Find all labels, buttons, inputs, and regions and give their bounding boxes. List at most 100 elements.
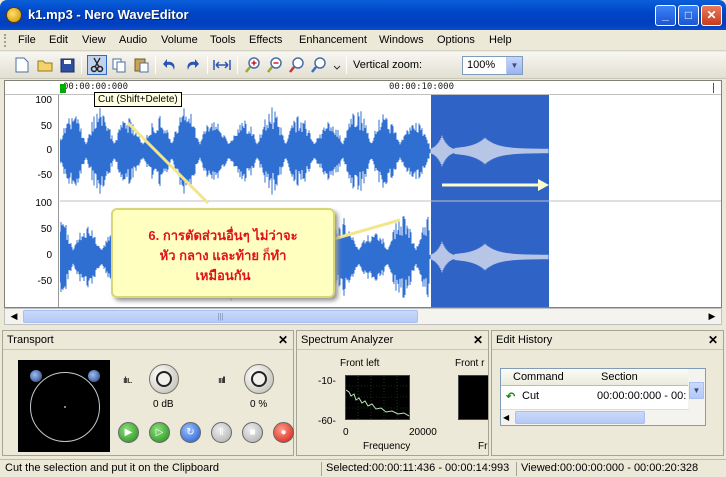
- playhead-marker[interactable]: [60, 84, 66, 93]
- play-button[interactable]: ▶: [118, 422, 139, 443]
- menu-options[interactable]: Options: [437, 34, 475, 46]
- scroll-thumb[interactable]: |||: [23, 310, 418, 323]
- menu-edit[interactable]: Edit: [49, 34, 68, 46]
- maximize-button[interactable]: □: [678, 5, 699, 26]
- axis-label: -50: [37, 170, 52, 181]
- menu-tools[interactable]: Tools: [210, 34, 236, 46]
- menu-audio[interactable]: Audio: [119, 34, 147, 46]
- vertical-zoom-select[interactable]: 100% ▼: [462, 56, 523, 75]
- toolbar-separator: [155, 56, 156, 74]
- scroll-down-icon[interactable]: ▼: [689, 382, 704, 399]
- redo-icon[interactable]: [182, 55, 202, 75]
- toolbar-separator: [81, 56, 82, 74]
- amplitude-axis: 100 50 0 -50 100 50 0 -50: [5, 95, 59, 307]
- annotation-callout: 6. การตัดส่วนอื่นๆ ไม่ว่าจะ หัว กลาง และ…: [111, 208, 335, 298]
- menu-effects[interactable]: Effects: [249, 34, 282, 46]
- spectrum-x-label-right: Fr: [478, 441, 488, 452]
- volume-knob[interactable]: [149, 364, 179, 394]
- menu-view[interactable]: View: [82, 34, 106, 46]
- minimize-button[interactable]: _: [655, 5, 676, 26]
- status-bar: Cut the selection and put it on the Clip…: [0, 459, 726, 477]
- led-right: [88, 370, 100, 382]
- close-icon[interactable]: ✕: [708, 333, 718, 347]
- annotation-line-1: 6. การตัดส่วนอื่นๆ ไม่ว่าจะ: [148, 228, 298, 243]
- close-button[interactable]: ✕: [701, 5, 722, 26]
- annotation-line-3: เหมือนกัน: [195, 268, 251, 283]
- led-left: [30, 370, 42, 382]
- toolbar-separator: [237, 56, 238, 74]
- close-icon[interactable]: ✕: [278, 333, 288, 347]
- panel-title: Edit History: [496, 334, 553, 346]
- toolbar-overflow-icon[interactable]: [331, 55, 343, 75]
- center-dot: [64, 406, 66, 408]
- stop-button[interactable]: ■: [242, 422, 263, 443]
- spectrum-display-left: [345, 375, 410, 420]
- knob-indicator: [156, 371, 172, 387]
- volume-low-icon: ılıı..: [123, 375, 132, 385]
- cut-icon[interactable]: [87, 55, 107, 75]
- spectrum-x-start: 0: [343, 427, 349, 438]
- cut-tooltip: Cut (Shift+Delete): [94, 92, 182, 107]
- spectrum-x-end: 20000: [409, 427, 437, 438]
- undo-icon[interactable]: [160, 55, 180, 75]
- spectrum-x-label: Frequency: [363, 441, 411, 452]
- menu-enhancement[interactable]: Enhancement: [299, 34, 367, 46]
- menu-windows[interactable]: Windows: [379, 34, 424, 46]
- window-title: k1.mp3 - Nero WaveEditor: [28, 7, 189, 22]
- edit-history-panel: Edit History ✕ Command Section ↶ Cut 00:…: [491, 330, 724, 456]
- history-table: Command Section ↶ Cut 00:00:00:000 - 00:…: [500, 368, 706, 426]
- history-horizontal-scrollbar[interactable]: ◀: [501, 409, 689, 425]
- app-logo-icon: [6, 7, 22, 23]
- scroll-left-icon[interactable]: ◀: [6, 309, 22, 324]
- scroll-left-icon[interactable]: ◀: [503, 412, 513, 423]
- transport-display: [18, 360, 110, 452]
- menu-help[interactable]: Help: [489, 34, 512, 46]
- balance-value: 0 %: [250, 399, 268, 410]
- axis-label: 50: [40, 121, 52, 132]
- axis-label: 100: [35, 198, 52, 209]
- menu-bar: File Edit View Audio Volume Tools Effect…: [0, 30, 726, 51]
- toolbar: Vertical zoom: 100% ▼: [0, 52, 726, 79]
- record-button[interactable]: ●: [273, 422, 294, 443]
- new-file-icon[interactable]: [12, 55, 32, 75]
- ruler-end-tick: [713, 83, 714, 93]
- play-selection-button[interactable]: ▷: [149, 422, 170, 443]
- scroll-thumb[interactable]: [515, 411, 645, 424]
- loop-button[interactable]: ↻: [180, 422, 201, 443]
- history-command: Cut: [522, 390, 540, 402]
- menu-volume[interactable]: Volume: [161, 34, 198, 46]
- panel-title: Transport: [7, 334, 54, 346]
- panel-title: Spectrum Analyzer: [301, 334, 394, 346]
- volume-value: 0 dB: [153, 399, 174, 410]
- save-icon[interactable]: [57, 55, 77, 75]
- undo-arrow-icon: ↶: [506, 391, 516, 403]
- menubar-grip: [4, 34, 7, 47]
- status-viewed: Viewed:00:00:00:000 - 00:00:20:328: [521, 462, 699, 474]
- paste-icon[interactable]: [131, 55, 151, 75]
- scroll-right-icon[interactable]: ▶: [704, 309, 720, 324]
- zoom-selection-icon[interactable]: [287, 55, 307, 75]
- volume-high-icon: ıııll: [218, 375, 225, 385]
- menu-file[interactable]: File: [18, 34, 36, 46]
- open-folder-icon[interactable]: [35, 55, 55, 75]
- history-vertical-scrollbar[interactable]: ▼: [688, 369, 705, 425]
- axis-label: 100: [35, 95, 52, 106]
- zoom-fit-icon[interactable]: [309, 55, 329, 75]
- copy-icon[interactable]: [109, 55, 129, 75]
- spectrum-y-top: -10-: [318, 376, 336, 387]
- horizontal-scrollbar[interactable]: ◀ ||| ▶: [4, 308, 722, 325]
- balance-knob[interactable]: [244, 364, 274, 394]
- select-all-icon[interactable]: [212, 55, 232, 75]
- history-section: 00:00:00:000 - 00:: [597, 390, 687, 402]
- toolbar-separator: [207, 56, 208, 74]
- zoom-out-icon[interactable]: [265, 55, 285, 75]
- close-icon[interactable]: ✕: [473, 333, 483, 347]
- vertical-zoom-label: Vertical zoom:: [353, 59, 423, 71]
- zoom-in-icon[interactable]: [243, 55, 263, 75]
- knob-indicator: [251, 371, 267, 387]
- channel-label-left: Front left: [340, 358, 380, 369]
- column-header-command[interactable]: Command: [513, 371, 564, 383]
- pause-button[interactable]: ‖: [211, 422, 232, 443]
- axis-label: 50: [40, 224, 52, 235]
- column-header-section[interactable]: Section: [601, 371, 638, 383]
